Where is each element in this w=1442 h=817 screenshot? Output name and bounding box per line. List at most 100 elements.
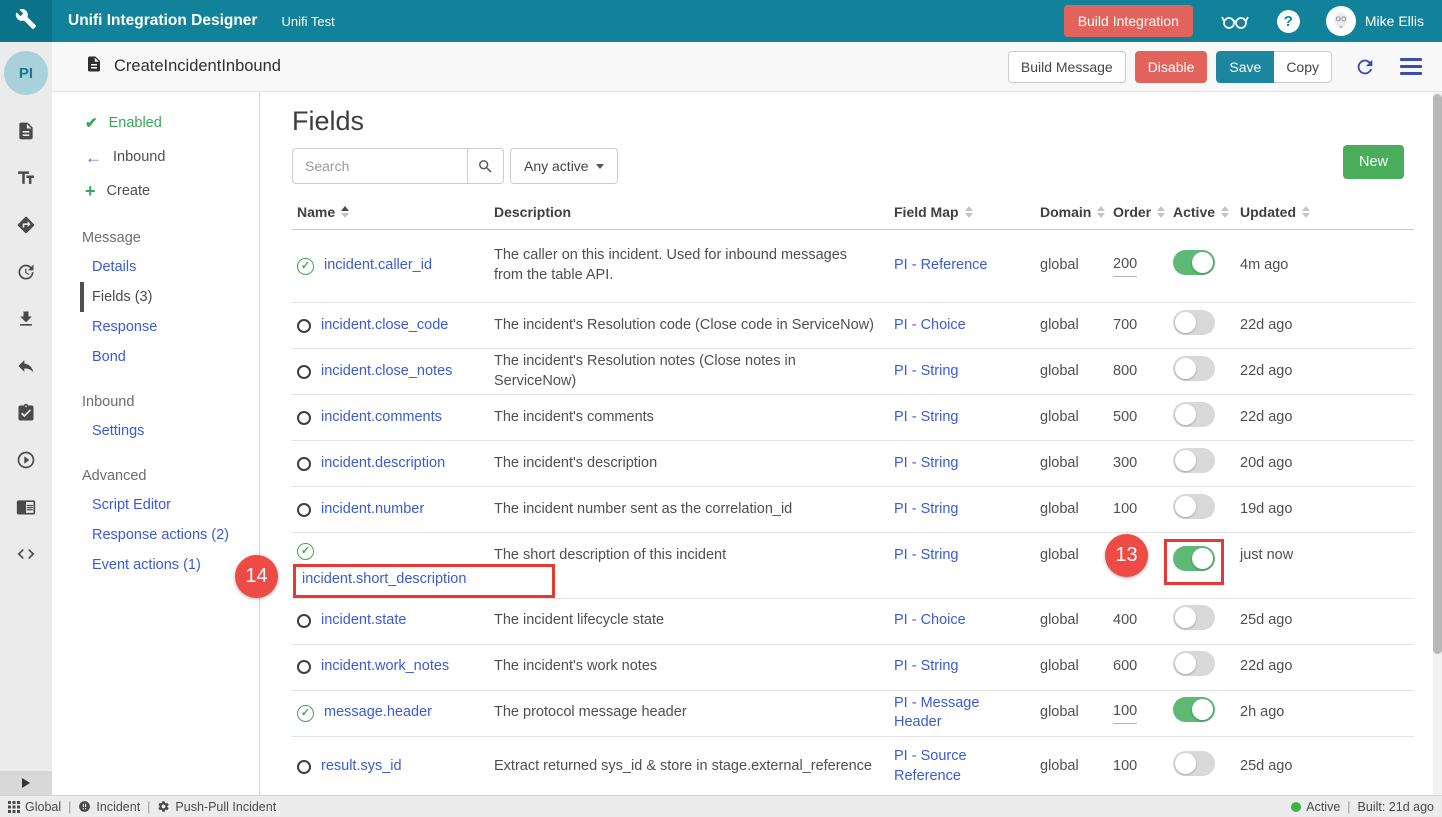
nav-item-details[interactable]: Details (52, 252, 259, 282)
active-toggle[interactable] (1173, 250, 1215, 275)
help-icon[interactable]: ? (1277, 10, 1300, 33)
update-history-icon[interactable] (16, 262, 36, 282)
code-icon[interactable] (16, 544, 36, 564)
field-map-link[interactable]: PI - Choice (894, 611, 966, 631)
field-map-link[interactable]: PI - Reference (894, 256, 988, 276)
active-toggle[interactable] (1173, 605, 1215, 630)
app-logo[interactable] (0, 0, 52, 42)
statusbar-process[interactable]: Incident (78, 800, 140, 814)
text-fields-icon[interactable] (16, 168, 36, 188)
field-name-link[interactable]: incident.short_description (302, 571, 466, 587)
active-toggle[interactable] (1173, 546, 1215, 571)
column-header-name[interactable]: Name (292, 204, 494, 220)
active-toggle[interactable] (1173, 751, 1215, 776)
nav-enabled[interactable]: ✔ Enabled (52, 106, 259, 140)
nav-item-script-editor[interactable]: Script Editor (52, 490, 259, 520)
field-map-link[interactable]: PI - String (894, 408, 958, 428)
field-map-link[interactable]: PI - String (894, 500, 958, 520)
field-map-link[interactable]: PI - Choice (894, 316, 966, 336)
search-input[interactable] (292, 148, 467, 184)
field-map-link[interactable]: PI - String (894, 362, 958, 382)
field-order[interactable]: 100 (1113, 691, 1173, 736)
save-button[interactable]: Save (1216, 51, 1274, 83)
active-toggle[interactable] (1173, 310, 1215, 335)
process-avatar[interactable]: PI (4, 51, 48, 95)
build-message-button[interactable]: Build Message (1008, 51, 1126, 83)
column-header-order[interactable]: Order (1113, 204, 1173, 220)
scrollbar-thumb[interactable] (1433, 94, 1442, 654)
column-header-description[interactable]: Description (494, 204, 894, 220)
field-name-link[interactable]: incident.number (321, 501, 424, 517)
active-toggle[interactable] (1173, 697, 1215, 722)
field-order[interactable]: 300 (1113, 441, 1173, 486)
active-toggle[interactable] (1173, 651, 1215, 676)
nav-item-bond[interactable]: Bond (52, 342, 259, 372)
field-map-link[interactable]: PI - Source Reference (894, 747, 1026, 786)
refresh-icon[interactable] (1354, 56, 1376, 78)
documentation-book-icon[interactable] (16, 497, 36, 517)
column-header-active[interactable]: Active (1173, 204, 1240, 220)
column-header-domain[interactable]: Domain (1040, 204, 1113, 220)
directions-icon[interactable] (16, 215, 36, 235)
disable-button[interactable]: Disable (1135, 51, 1208, 83)
nav-item-response-actions[interactable]: Response actions (2) (52, 520, 259, 550)
field-name-link[interactable]: incident.close_code (321, 317, 448, 333)
reply-icon[interactable] (16, 356, 36, 376)
nav-item-response[interactable]: Response (52, 312, 259, 342)
workspace-name[interactable]: Unifi Test (281, 14, 334, 29)
field-order[interactable]: 100 (1113, 737, 1173, 797)
download-icon[interactable] (16, 309, 36, 329)
field-order[interactable]: 700 (1113, 303, 1173, 348)
field-name-link[interactable]: incident.close_notes (321, 363, 452, 379)
active-toggle[interactable] (1173, 494, 1215, 519)
active-toggle[interactable] (1173, 356, 1215, 381)
statusbar-domain[interactable]: Global (8, 800, 61, 814)
field-name-link[interactable]: result.sys_id (321, 758, 402, 774)
chevron-down-icon (596, 164, 604, 169)
statusbar-built: Built: 21d ago (1358, 800, 1434, 814)
field-order[interactable]: 200 (1113, 230, 1173, 302)
active-filter-dropdown[interactable]: Any active (510, 148, 618, 184)
field-name-link[interactable]: incident.caller_id (324, 257, 432, 273)
build-integration-button[interactable]: Build Integration (1064, 5, 1193, 37)
field-order[interactable]: 400 (1113, 599, 1173, 644)
field-order[interactable]: 500 (1113, 395, 1173, 440)
nav-item-fields[interactable]: Fields (3) (80, 282, 259, 312)
active-toggle[interactable] (1173, 402, 1215, 427)
field-status-icon: ✓ (297, 705, 314, 722)
active-toggle[interactable] (1173, 448, 1215, 473)
expand-rail-button[interactable] (0, 771, 52, 795)
field-map-link[interactable]: PI - String (894, 657, 958, 677)
field-order[interactable]: 600 (1113, 645, 1173, 690)
document-icon[interactable] (16, 121, 36, 141)
field-name-link[interactable]: message.header (324, 704, 432, 720)
table-row: incident.comments The incident's comment… (292, 395, 1414, 441)
field-name-link[interactable]: incident.description (321, 455, 445, 471)
search-button[interactable] (467, 148, 504, 184)
statusbar-integration[interactable]: Push-Pull Incident (157, 800, 276, 814)
nav-inbound-direction[interactable]: ← Inbound (52, 140, 259, 174)
nav-item-settings[interactable]: Settings (52, 416, 259, 446)
nav-create[interactable]: + Create (52, 174, 259, 208)
field-domain: global (1040, 645, 1113, 690)
new-field-button[interactable]: New (1343, 145, 1404, 179)
field-name-link[interactable]: incident.work_notes (321, 658, 449, 674)
menu-hamburger-icon[interactable] (1400, 58, 1422, 75)
play-circle-icon[interactable] (16, 450, 36, 470)
field-name-link[interactable]: incident.comments (321, 409, 442, 425)
field-status-icon (297, 660, 311, 674)
column-header-updated[interactable]: Updated (1240, 204, 1414, 220)
preview-glasses-icon[interactable] (1219, 9, 1251, 33)
field-order[interactable]: 100 (1113, 487, 1173, 532)
column-header-field-map[interactable]: Field Map (894, 204, 1040, 220)
field-map-link[interactable]: PI - Message Header (894, 694, 1026, 733)
field-name-link[interactable]: incident.state (321, 612, 406, 628)
task-check-icon[interactable] (16, 403, 36, 423)
user-menu[interactable]: Mike Ellis (1326, 6, 1424, 36)
nav-item-event-actions[interactable]: Event actions (1) (52, 550, 259, 580)
field-order[interactable]: 800 (1113, 349, 1173, 394)
field-map-link[interactable]: PI - String (894, 546, 958, 566)
expand-arrow-icon (22, 778, 30, 788)
field-map-link[interactable]: PI - String (894, 454, 958, 474)
copy-button[interactable]: Copy (1274, 51, 1332, 83)
